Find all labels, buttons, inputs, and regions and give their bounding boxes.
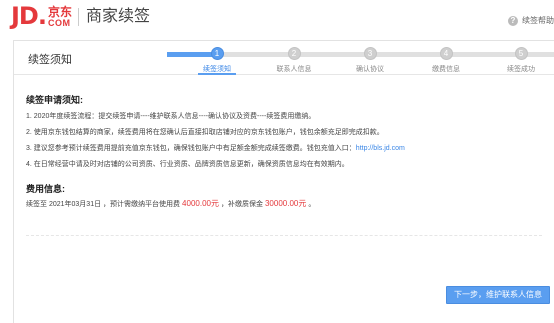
notice-item-4: 4. 在日常经营中请及时对店铺的公司资质、行业资质、品牌资质信息更新，确保资质信…	[26, 161, 349, 168]
step-1: 1 续签须知	[177, 47, 257, 74]
step-4-circle: 4	[439, 47, 453, 60]
panel-header: 续签须知 1 续签须知 2 联系人信息 3 确认协议 4 缴费信息 5 续签成功	[14, 41, 554, 75]
notice-item-2: 2. 使用京东钱包结算的商家，续签费用将在您确认后直接扣取店铺对应的京东钱包账户…	[26, 129, 384, 136]
notice-item-1: 1. 2020年度续签流程：提交续签申请----维护联系人信息----确认协议及…	[26, 113, 316, 120]
top-header: JD. 京东 COM 商家续签 ? 续签帮助	[0, 0, 554, 34]
step-2: 2 联系人信息	[254, 47, 334, 74]
fee-middle: ，补缴质保金	[220, 200, 263, 208]
step-1-circle: 1	[210, 47, 224, 60]
deposit-amount: 30000.00元	[264, 199, 307, 208]
step-2-circle: 2	[287, 47, 301, 60]
fee-suffix: 。	[308, 200, 316, 208]
step-5-label: 续签成功	[507, 66, 535, 73]
help-label: 续签帮助	[522, 16, 554, 25]
active-step-underline	[198, 73, 236, 75]
step-3-label: 确认协议	[356, 66, 384, 73]
progress-steps: 1 续签须知 2 联系人信息 3 确认协议 4 缴费信息 5 续签成功	[167, 47, 554, 75]
step-5-circle: 5	[514, 47, 528, 60]
jd-logo[interactable]: JD. 京东 COM	[11, 4, 72, 28]
notice-item-3-text: 3. 建议您参考预计续签费用提前充值京东钱包，确保钱包账户中有足额金额完成续签缴…	[26, 145, 356, 152]
logo-com-text: COM	[47, 18, 71, 28]
notice-item-3: 3. 建议您参考预计续签费用提前充值京东钱包，确保钱包账户中有足额金额完成续签缴…	[26, 143, 405, 153]
renewal-help-link[interactable]: ? 续签帮助	[508, 15, 554, 26]
step-5: 5 续签成功	[481, 47, 554, 74]
step-3-circle: 3	[363, 47, 377, 60]
step-4: 4 缴费信息	[406, 47, 486, 74]
content-divider	[26, 235, 542, 236]
step-3: 3 确认协议	[330, 47, 410, 74]
notice-title: 续签申请须知:	[26, 95, 83, 105]
page-title: 商家续签	[86, 8, 151, 25]
logo-cn-block: 京东 COM	[48, 6, 72, 28]
fee-title: 费用信息:	[26, 184, 65, 194]
fee-prefix: 续签至 2021年03月31日 ，预计需缴纳平台使用费	[26, 200, 181, 208]
renewal-panel: 续签须知 1 续签须知 2 联系人信息 3 确认协议 4 缴费信息 5 续签成功…	[13, 40, 554, 323]
recharge-link[interactable]: http://bls.jd.com	[356, 145, 405, 152]
logo-jd-text: JD.	[11, 2, 47, 30]
step-4-label: 缴费信息	[432, 66, 460, 73]
fee-info-line: 续签至 2021年03月31日 ，预计需缴纳平台使用费 4000.00元 ，补缴…	[26, 198, 315, 209]
header-divider	[78, 8, 79, 26]
panel-title: 续签须知	[28, 54, 72, 66]
platform-fee-amount: 4000.00元	[182, 199, 219, 208]
step-2-label: 联系人信息	[276, 66, 312, 73]
next-step-button[interactable]: 下一步，维护联系人信息	[446, 286, 550, 304]
question-icon: ?	[508, 15, 518, 26]
